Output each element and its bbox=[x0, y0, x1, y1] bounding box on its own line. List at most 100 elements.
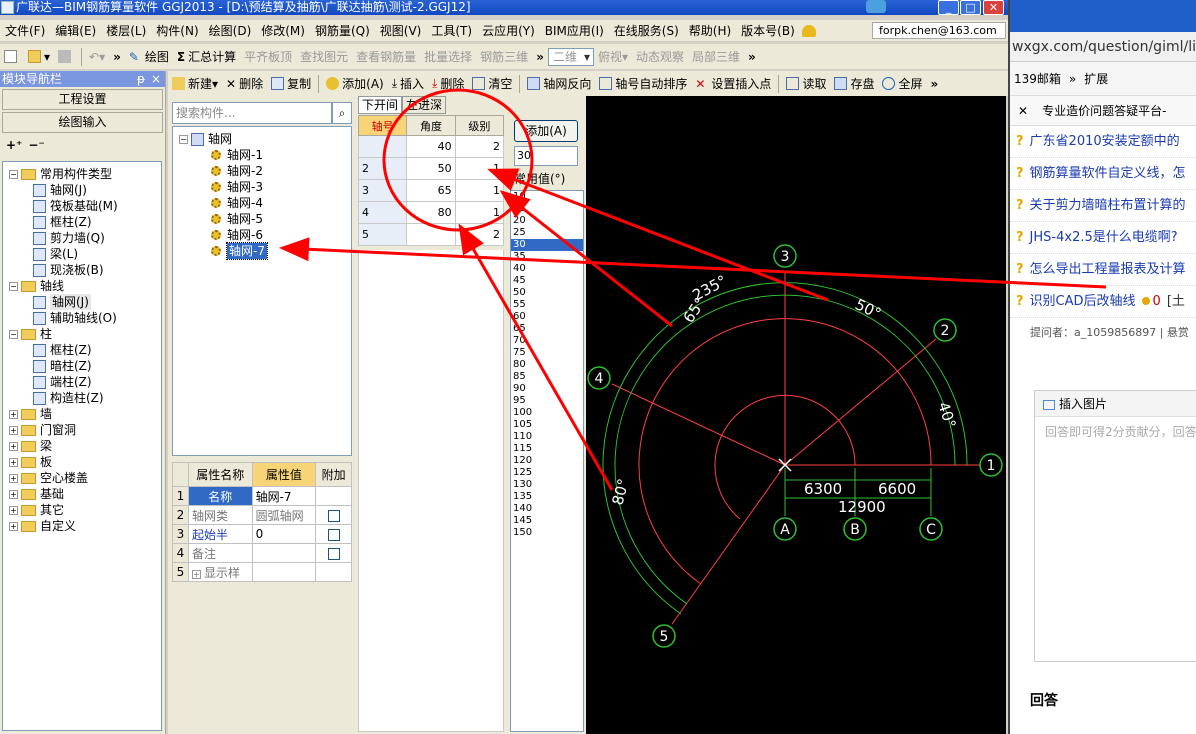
angle-cell[interactable]: 50 bbox=[406, 157, 456, 180]
component-item[interactable]: 轴网-3 bbox=[211, 179, 263, 195]
common-value-item[interactable]: 10 bbox=[511, 191, 583, 203]
set-insert-point-button[interactable]: ✕ 设置插入点 bbox=[691, 73, 775, 95]
delete-row-button[interactable]: ⤓ 删除 bbox=[428, 73, 468, 95]
read-button[interactable]: 读取 bbox=[782, 73, 830, 95]
view-rebar-button[interactable]: 查看钢筋量 bbox=[352, 46, 420, 68]
extra-checkbox[interactable] bbox=[327, 509, 340, 522]
search-icon[interactable]: ⌕ bbox=[332, 102, 352, 124]
property-value[interactable]: 0 bbox=[251, 524, 317, 544]
axis-bubble[interactable]: C bbox=[919, 517, 943, 541]
dynamic-view-button[interactable]: 动态观察 bbox=[632, 46, 688, 68]
nav-tree-item[interactable]: 筏板基础(M) bbox=[33, 198, 118, 214]
tab-left-depth[interactable]: 左进深 bbox=[402, 96, 447, 114]
common-value-item[interactable]: 20 bbox=[511, 215, 583, 227]
close-button[interactable]: ✕ bbox=[983, 0, 1004, 15]
component-item[interactable]: 轴网-5 bbox=[211, 211, 263, 227]
expand-icon[interactable]: + bbox=[9, 425, 18, 435]
project-settings-button[interactable]: 工程设置 bbox=[2, 89, 163, 110]
tab-close-icon[interactable]: ✕ bbox=[1018, 104, 1028, 118]
menu-item-2[interactable]: 楼层(L) bbox=[101, 22, 151, 39]
common-value-item[interactable]: 60 bbox=[511, 311, 583, 323]
bookmarks-overflow[interactable]: » bbox=[1069, 72, 1076, 86]
new-file-button[interactable] bbox=[0, 46, 24, 68]
menu-item-12[interactable]: 帮助(H) bbox=[684, 22, 736, 39]
helmet-icon[interactable] bbox=[801, 24, 816, 37]
property-row[interactable]: 3 起始半 0 bbox=[172, 524, 352, 544]
menu-item-5[interactable]: 修改(M) bbox=[256, 22, 310, 39]
nav-tree-item[interactable]: 框柱(Z) bbox=[33, 214, 92, 230]
axis-row[interactable]: 52 bbox=[357, 223, 505, 246]
level-cell[interactable]: 1 bbox=[454, 179, 505, 202]
common-value-item[interactable]: 30 bbox=[511, 239, 583, 251]
top-view-button[interactable]: 俯视 ▾ bbox=[594, 46, 632, 68]
question-item[interactable]: ? JHS-4x2.5是什么电缆啊? bbox=[1010, 222, 1196, 254]
nav-tree-item[interactable]: 框柱(Z) bbox=[33, 342, 92, 358]
extra-checkbox[interactable] bbox=[327, 547, 340, 560]
nav-tree-item[interactable]: 梁(L) bbox=[33, 246, 78, 262]
local-3d-button[interactable]: 局部三维 bbox=[688, 46, 744, 68]
axis-bubble[interactable]: 4 bbox=[587, 366, 611, 390]
common-value-item[interactable]: 140 bbox=[511, 503, 583, 515]
collapse-icon[interactable]: − bbox=[9, 281, 18, 291]
axis-bubble[interactable]: 5 bbox=[652, 624, 676, 648]
property-value[interactable]: 轴网-7 bbox=[251, 486, 317, 506]
angle-cell[interactable]: 65 bbox=[406, 179, 456, 202]
property-value[interactable]: 圆弧轴网 bbox=[251, 505, 317, 525]
expand-icon[interactable]: + bbox=[9, 473, 18, 483]
find-element-button[interactable]: 查找图元 bbox=[296, 46, 352, 68]
open-file-button[interactable]: ▾ bbox=[24, 46, 54, 68]
property-value[interactable] bbox=[251, 543, 317, 563]
reverse-axis-button[interactable]: 轴网反向 bbox=[523, 73, 595, 95]
nav-tree-item[interactable]: 端柱(Z) bbox=[33, 374, 92, 390]
nav-tree-item[interactable]: + 门窗洞 bbox=[9, 422, 76, 438]
angle-cell[interactable]: 40 bbox=[406, 135, 456, 158]
nav-tree-item[interactable]: + 基础 bbox=[9, 486, 64, 502]
level-cell[interactable]: 1 bbox=[454, 157, 505, 180]
component-item[interactable]: 轴网-1 bbox=[211, 147, 263, 163]
common-value-item[interactable]: 95 bbox=[511, 395, 583, 407]
nav-tree-item[interactable]: 轴网(J) bbox=[33, 182, 87, 198]
axis-bubble[interactable]: 2 bbox=[933, 318, 957, 342]
expand-icon[interactable]: + bbox=[9, 409, 18, 419]
minimize-button[interactable]: _ bbox=[938, 0, 959, 15]
menu-item-6[interactable]: 钢筋量(Q) bbox=[310, 22, 375, 39]
question-item[interactable]: ? 广东省2010安装定额中的 bbox=[1010, 126, 1196, 158]
common-value-item[interactable]: 115 bbox=[511, 443, 583, 455]
nav-tree-item[interactable]: + 墙 bbox=[9, 406, 52, 422]
common-value-item[interactable]: 105 bbox=[511, 419, 583, 431]
maximize-button[interactable]: □ bbox=[960, 0, 981, 15]
property-value[interactable] bbox=[251, 562, 317, 582]
nav-tree-item[interactable]: + 其它 bbox=[9, 502, 64, 518]
common-value-item[interactable]: 15 bbox=[511, 203, 583, 215]
level-cell[interactable]: 1 bbox=[454, 201, 505, 224]
extra-checkbox[interactable] bbox=[327, 528, 340, 541]
axis-row[interactable]: 40 2 bbox=[357, 135, 505, 158]
collapse-icon[interactable]: − bbox=[9, 329, 18, 339]
common-value-item[interactable]: 50 bbox=[511, 287, 583, 299]
nav-tree-item[interactable]: − 常用构件类型 bbox=[9, 166, 112, 182]
common-value-item[interactable]: 65 bbox=[511, 323, 583, 335]
save-file-button[interactable] bbox=[54, 46, 78, 68]
auto-sort-button[interactable]: 轴号自动排序 bbox=[595, 73, 691, 95]
nav-tree-item[interactable]: 现浇板(B) bbox=[33, 262, 104, 278]
common-value-item[interactable]: 130 bbox=[511, 479, 583, 491]
user-email-dropdown[interactable]: forpk.chen@163.com bbox=[872, 22, 1006, 39]
menu-item-0[interactable]: 文件(F) bbox=[0, 22, 50, 39]
common-value-item[interactable]: 90 bbox=[511, 383, 583, 395]
expand-icon[interactable]: + bbox=[9, 457, 18, 467]
nav-close-icon[interactable]: × bbox=[151, 71, 161, 87]
component-item[interactable]: 轴网-2 bbox=[211, 163, 263, 179]
browser-tab[interactable]: ✕ 专业造价问题答疑平台- bbox=[1010, 96, 1196, 126]
question-item[interactable]: ? 关于剪力墙暗柱布置计算的 bbox=[1010, 190, 1196, 222]
common-value-item[interactable]: 35 bbox=[511, 251, 583, 263]
common-value-item[interactable]: 75 bbox=[511, 347, 583, 359]
axis-bubble[interactable]: 3 bbox=[773, 244, 797, 268]
nav-tree-item[interactable]: + 板 bbox=[9, 454, 52, 470]
common-value-item[interactable]: 80 bbox=[511, 359, 583, 371]
common-value-item[interactable]: 70 bbox=[511, 335, 583, 347]
collapse-icon[interactable]: − bbox=[179, 134, 188, 144]
menu-item-13[interactable]: 版本号(B) bbox=[736, 22, 800, 39]
drawing-canvas[interactable]: 12345ABC 235° 65° 50° 40° 80° 6300 6600 12900 bbox=[586, 96, 1006, 734]
property-row[interactable]: 1 名称 轴网-7 bbox=[172, 486, 352, 506]
sum-calc-button[interactable]: Σ 汇总计算 bbox=[173, 46, 240, 68]
